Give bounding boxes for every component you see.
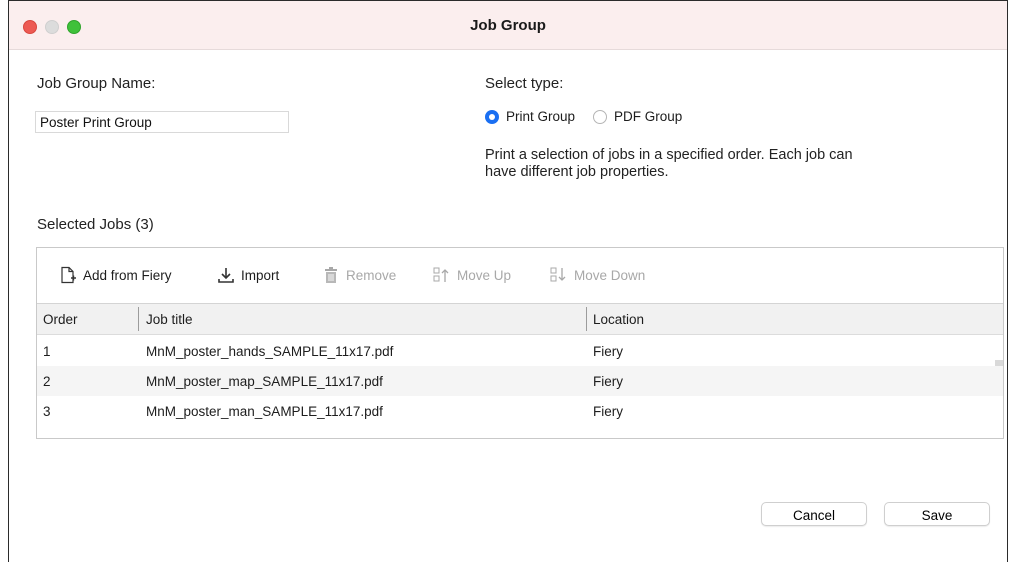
row-job-title: MnM_poster_hands_SAMPLE_11x17.pdf <box>146 344 394 359</box>
description-line-1: Print a selection of jobs in a specified… <box>485 147 853 163</box>
column-job-title[interactable]: Job title <box>146 312 193 327</box>
remove-label: Remove <box>346 267 397 283</box>
selected-jobs-heading: Selected Jobs (3) <box>37 216 154 233</box>
table-row[interactable]: 1 MnM_poster_hands_SAMPLE_11x17.pdf Fier… <box>37 336 1003 366</box>
add-from-fiery-label: Add from Fiery <box>83 267 172 283</box>
trash-icon <box>322 266 340 284</box>
move-up-label: Move Up <box>457 267 512 283</box>
select-type-label: Select type: <box>485 75 564 92</box>
title-bar: Job Group <box>9 1 1007 50</box>
move-down-label: Move Down <box>574 267 646 283</box>
row-location: Fiery <box>593 374 623 389</box>
import-label: Import <box>241 267 280 283</box>
row-job-title: MnM_poster_man_SAMPLE_11x17.pdf <box>146 404 383 419</box>
description-line-2: have different job properties. <box>485 164 669 180</box>
row-job-title: MnM_poster_map_SAMPLE_11x17.pdf <box>146 374 383 389</box>
window-title: Job Group <box>470 17 546 34</box>
column-divider[interactable] <box>138 307 139 331</box>
type-radio-group: Print Group PDF Group <box>485 109 700 124</box>
move-down-button[interactable]: Move Down <box>550 266 645 284</box>
type-description: Print a selection of jobs in a specified… <box>485 147 925 181</box>
print-group-radio[interactable] <box>485 109 499 124</box>
move-up-button[interactable]: Move Up <box>433 266 511 284</box>
save-button[interactable]: Save <box>884 502 990 526</box>
move-up-icon <box>433 266 451 284</box>
add-file-icon <box>59 266 77 284</box>
jobs-toolbar: Add from Fiery Import Remove Move Up Mov… <box>37 248 1003 304</box>
table-row[interactable]: 2 MnM_poster_map_SAMPLE_11x17.pdf Fiery <box>37 366 1003 396</box>
table-row[interactable]: 3 MnM_poster_man_SAMPLE_11x17.pdf Fiery <box>37 396 1003 426</box>
row-order: 3 <box>43 404 51 419</box>
row-location: Fiery <box>593 404 623 419</box>
column-divider[interactable] <box>586 307 587 331</box>
move-down-icon <box>550 266 568 284</box>
job-group-name-input[interactable] <box>35 111 289 133</box>
import-icon <box>217 266 235 284</box>
print-group-label[interactable]: Print Group <box>506 109 575 124</box>
pdf-group-radio[interactable] <box>593 109 608 124</box>
row-order: 2 <box>43 374 51 389</box>
pdf-group-label[interactable]: PDF Group <box>614 109 682 124</box>
remove-button[interactable]: Remove <box>322 266 396 284</box>
add-from-fiery-button[interactable]: Add from Fiery <box>59 266 172 284</box>
import-button[interactable]: Import <box>217 266 279 284</box>
column-order[interactable]: Order <box>43 312 78 327</box>
cancel-button[interactable]: Cancel <box>761 502 867 526</box>
jobs-table-header: Order Job title Location <box>37 304 1003 390</box>
row-order: 1 <box>43 344 51 359</box>
job-group-name-label: Job Group Name: <box>37 75 156 92</box>
row-location: Fiery <box>593 344 623 359</box>
selected-jobs-panel: Add from Fiery Import Remove Move Up Mov… <box>36 247 1004 439</box>
column-location[interactable]: Location <box>593 312 644 327</box>
job-group-window: Job Group Job Group Name: Select type: P… <box>8 0 1008 562</box>
